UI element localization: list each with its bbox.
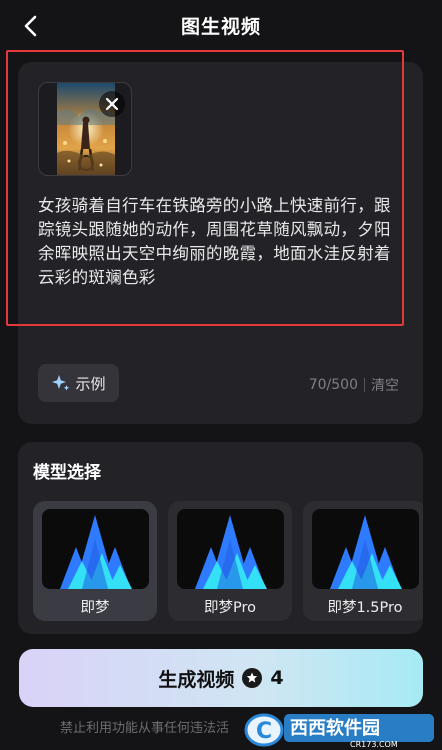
site-watermark-logo: C 西西软件园 CR173.COM — [242, 702, 442, 750]
model-logo-image — [177, 509, 284, 589]
jimeng-logo-icon — [330, 515, 402, 589]
model-option-label: 即梦 — [80, 600, 110, 616]
example-button[interactable]: 示例 — [38, 364, 119, 402]
star-coin-icon — [242, 668, 263, 688]
sparkle-icon — [52, 375, 70, 391]
uploaded-image-thumbnail[interactable] — [38, 82, 132, 176]
divider — [364, 378, 365, 392]
model-section-title: 模型选择 — [33, 463, 101, 483]
prompt-textarea[interactable]: 女孩骑着自行车在铁路旁的小路上快速前行，跟踪镜头跟随她的动作，周围花草随风飘动，… — [38, 194, 403, 290]
example-label: 示例 — [75, 374, 106, 393]
clear-button[interactable]: 清空 — [371, 375, 399, 395]
model-logo-image — [312, 509, 419, 589]
prompt-card: 女孩骑着自行车在铁路旁的小路上快速前行，跟踪镜头跟随她的动作，周围花草随风飘动，… — [18, 62, 423, 424]
model-option-label: 即梦1.5Pro — [327, 600, 403, 616]
model-option-jimeng-1-5-pro[interactable]: 即梦1.5Pro — [303, 501, 423, 621]
model-option-jimeng[interactable]: 即梦 — [33, 501, 157, 621]
generate-video-button[interactable]: 生成视频 4 — [19, 649, 423, 707]
disclaimer-text: 禁止利用功能从事任何违法活 — [60, 721, 230, 736]
close-icon — [105, 97, 119, 111]
char-counter: 70/500 — [308, 377, 358, 393]
model-option-label: 即梦Pro — [203, 600, 256, 616]
model-logo-image — [42, 509, 149, 589]
page-title: 图生视频 — [180, 16, 261, 38]
jimeng-logo-icon — [60, 515, 132, 589]
jimeng-logo-icon — [195, 515, 267, 589]
model-selection-card: 模型选择 即梦 即梦Pro 即梦1.5Pro — [18, 442, 423, 634]
svg-text:西西软件园: 西西软件园 — [290, 717, 380, 739]
generate-label: 生成视频 — [158, 668, 235, 691]
remove-image-button[interactable] — [99, 91, 125, 117]
model-option-jimeng-pro[interactable]: 即梦Pro — [168, 501, 292, 621]
svg-text:C: C — [256, 719, 272, 744]
svg-text:CR173.COM: CR173.COM — [350, 740, 398, 749]
prompt-counter-row: 70/500 清空 — [309, 375, 399, 395]
generate-cost: 4 — [270, 667, 284, 689]
header: 图生视频 — [0, 0, 442, 52]
